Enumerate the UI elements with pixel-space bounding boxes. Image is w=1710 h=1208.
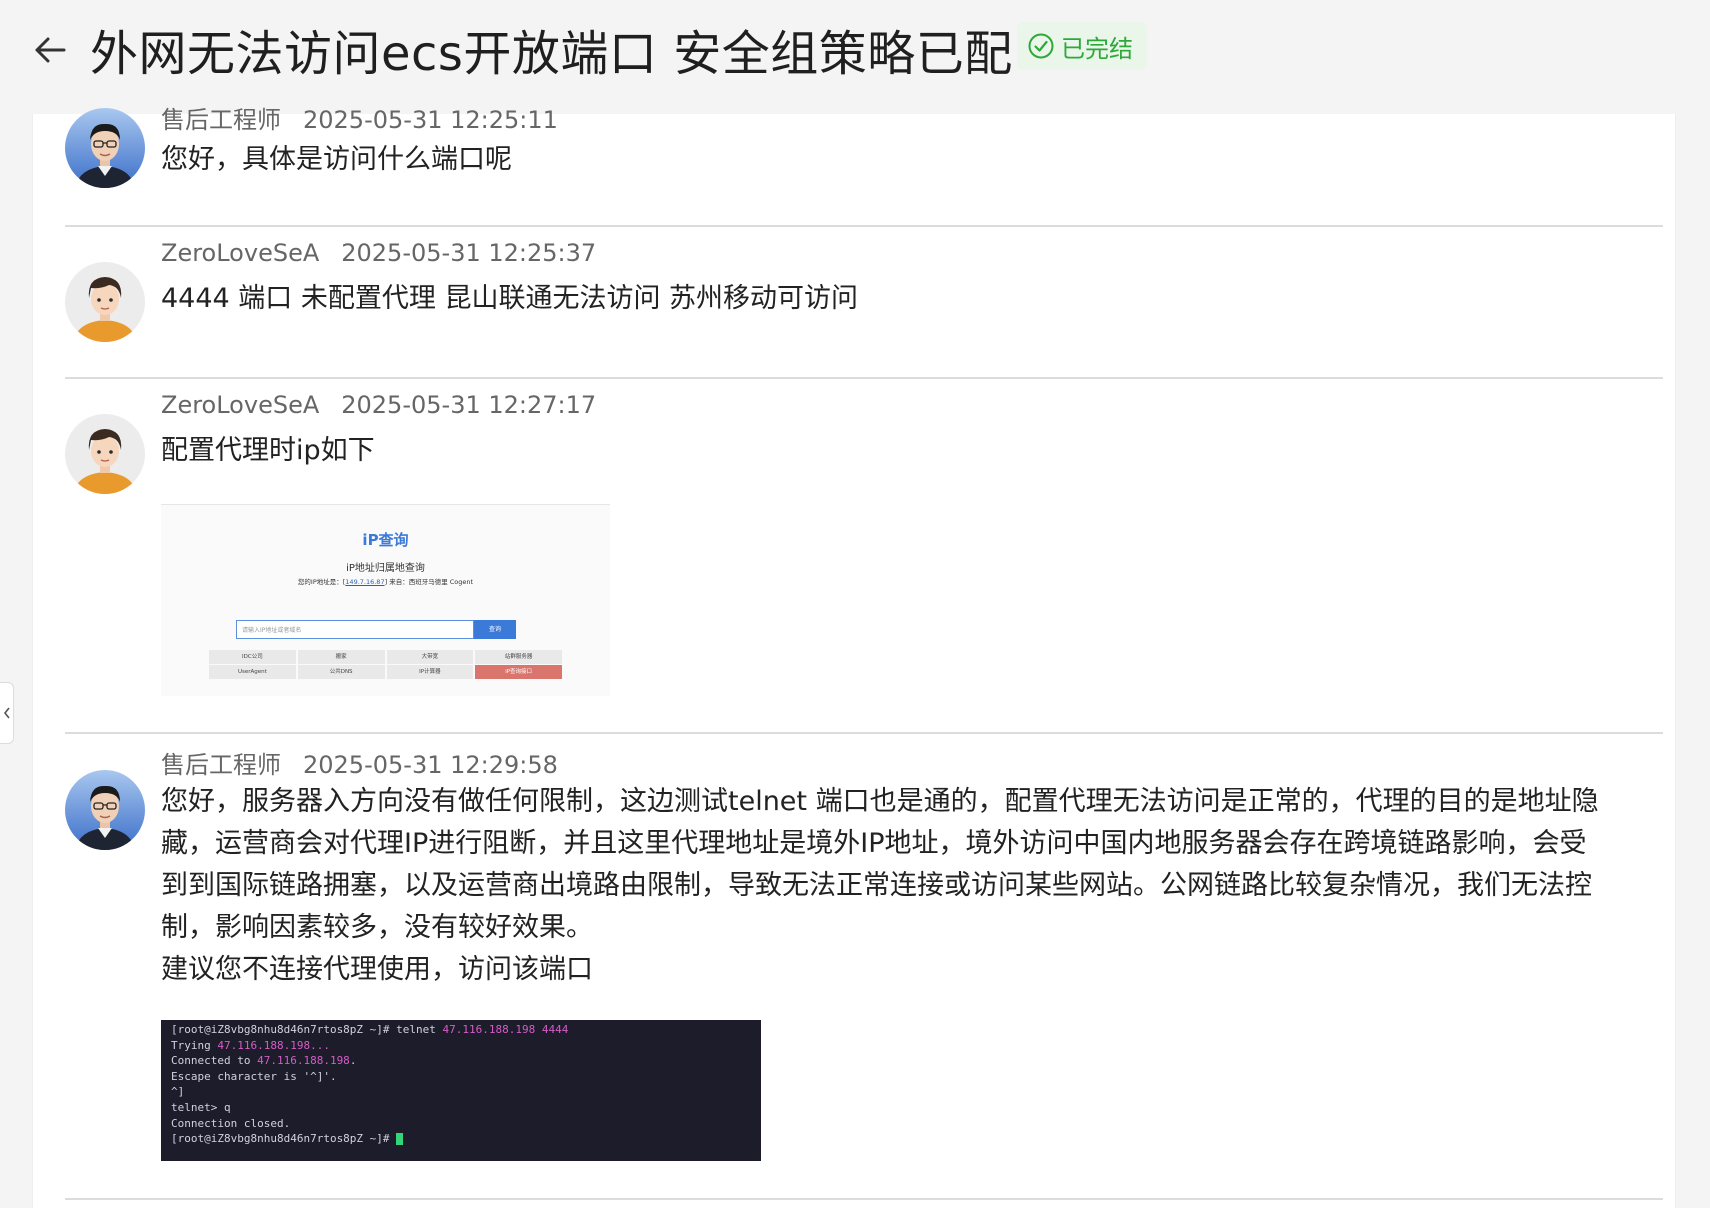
message-line: 到到国际链路拥塞，以及运营商出境路由限制，导致无法正常连接或访问某些网站。公网链… [161, 870, 1592, 901]
message-divider [65, 1198, 1663, 1200]
ip-search-placeholder: 请输入IP地址或者域名 [242, 627, 302, 634]
message-text: 4444 端口 未配置代理 昆山联通无法访问 苏州移动可访问 [161, 278, 1681, 320]
terminal-line: Escape character is '^]'. [171, 1069, 337, 1083]
message-line: 配置代理时ip如下 [161, 435, 375, 466]
ip-tab: IP计算器 [386, 665, 474, 679]
chevron-left-icon [3, 707, 10, 719]
page-header: 外网无法访问ecs开放端口 安全组策略已配 已完结 [0, 0, 1710, 112]
message-meta: 售后工程师 2025-05-31 12:29:58 [161, 745, 558, 780]
ip-lookup-screenshot[interactable]: iP查询 iP地址归属地查询 您的IP地址是：[149.7.16.87] 来自：… [161, 504, 610, 696]
message-text: 您好，具体是访问什么端口呢 [161, 139, 1681, 181]
terminal-text: Connected to [171, 1054, 258, 1068]
terminal-line: [root@iZ8vbg8nhu8d46n7rtos8pZ ~]# [171, 1131, 751, 1147]
terminal-line: Trying 47.116.188.198... [171, 1038, 751, 1054]
terminal-host: 47.116.188.198 4444 [442, 1023, 569, 1036]
arrow-left-icon [35, 37, 66, 63]
status-label: 已完结 [1061, 34, 1133, 63]
status-badge: 已完结 [1017, 22, 1147, 70]
terminal-text: Trying [171, 1038, 218, 1052]
ip-tabs-row: UserAgent 公共DNS IP计算器 iP查询接口 [209, 665, 562, 679]
side-panel-toggle[interactable] [0, 682, 14, 744]
check-circle-icon [1028, 33, 1054, 59]
ip-tab: 大带宽 [386, 650, 474, 664]
message-meta: ZeroLoveSeA 2025-05-31 12:25:37 [161, 239, 596, 267]
terminal-line: [root@iZ8vbg8nhu8d46n7rtos8pZ ~]# telnet… [171, 1022, 751, 1038]
message-author: 售后工程师 [161, 751, 281, 779]
user-avatar [65, 262, 145, 342]
user-avatar [65, 414, 145, 494]
terminal-prompt: [root@iZ8vbg8nhu8d46n7rtos8pZ ~]# telnet [171, 1023, 443, 1036]
message-line: 建议您不连接代理使用，访问该端口 [161, 954, 593, 985]
ip-tab: UserAgent [209, 665, 296, 679]
message-time: 2025-05-31 12:27:17 [341, 391, 597, 419]
ip-result-line: 您的IP地址是：[149.7.16.87] 来自：西班牙马德里 Cogent [161, 576, 610, 586]
terminal-line: ^] [171, 1085, 185, 1099]
message-author: ZeroLoveSeA [161, 239, 320, 267]
back-button[interactable] [30, 30, 70, 70]
message-meta: 售后工程师 2025-05-31 12:25:11 [161, 100, 558, 135]
terminal-host: 47.116.188.198 [257, 1054, 350, 1068]
message-divider [65, 377, 1663, 379]
ip-tab: 搬家 [297, 650, 385, 664]
ip-tab: 站群服务器 [475, 650, 562, 664]
ip-subheading: iP地址归属地查询 [346, 563, 425, 574]
message-meta: ZeroLoveSeA 2025-05-31 12:27:17 [161, 391, 596, 419]
terminal-line: Connection closed. [171, 1116, 291, 1130]
terminal-line: Connected to 47.116.188.198. [171, 1053, 751, 1069]
message-line: 您好，具体是访问什么端口呢 [161, 144, 512, 175]
message-time: 2025-05-31 12:29:58 [303, 751, 558, 779]
message-text: 您好，服务器入方向没有做任何限制，这边测试telnet 端口也是通的，配置代理无… [161, 781, 1681, 991]
ip-tab-active: iP查询接口 [475, 665, 562, 679]
terminal-text: . [349, 1054, 357, 1068]
ip-heading: iP查询 [362, 531, 409, 549]
ip-result-prefix: 您的IP地址是：[ [297, 578, 346, 586]
message-line: 您好，服务器入方向没有做任何限制，这边测试telnet 端口也是通的，配置代理无… [161, 786, 1599, 817]
message-author: ZeroLoveSeA [161, 391, 320, 419]
message-divider [65, 732, 1663, 734]
ip-search-input: 请输入IP地址或者域名 [236, 620, 474, 639]
terminal-screenshot[interactable]: [root@iZ8vbg8nhu8d46n7rtos8pZ ~]# telnet… [161, 1020, 761, 1161]
page-title: 外网无法访问ecs开放端口 安全组策略已配 [90, 26, 1013, 82]
terminal-host: 47.116.188.198... [217, 1038, 330, 1052]
conversation-panel: 售后工程师 2025-05-31 12:25:11 您好，具体是访问什么端口呢 Z… [32, 106, 1676, 1208]
message-author: 售后工程师 [161, 106, 281, 134]
message-text: 配置代理时ip如下 [161, 430, 1681, 472]
engineer-avatar [65, 108, 145, 188]
ip-tab: IDC公司 [209, 650, 296, 664]
message-time: 2025-05-31 12:25:37 [341, 239, 597, 267]
ip-tabs-row: IDC公司 搬家 大带宽 站群服务器 [209, 650, 562, 664]
engineer-avatar [65, 770, 145, 850]
terminal-prompt: [root@iZ8vbg8nhu8d46n7rtos8pZ ~]# [171, 1132, 397, 1146]
ip-search-button: 查询 [474, 620, 516, 639]
ip-address-link: 149.7.16.87 [345, 578, 385, 586]
message-divider [65, 225, 1663, 227]
message-line: 藏，运营商会对代理IP进行阻断，并且这里代理地址是境外IP地址，境外访问中国内地… [161, 828, 1587, 859]
ip-tab: 公共DNS [297, 665, 385, 679]
message-time: 2025-05-31 12:25:11 [303, 106, 558, 134]
message-line: 4444 端口 未配置代理 昆山联通无法访问 苏州移动可访问 [161, 283, 859, 314]
ip-result-suffix: ] 来自：西班牙马德里 Cogent [384, 578, 474, 586]
message-line: 制，影响因素较多，没有较好效果。 [161, 912, 593, 943]
terminal-cursor [396, 1133, 404, 1146]
terminal-line: telnet> q [171, 1100, 231, 1114]
